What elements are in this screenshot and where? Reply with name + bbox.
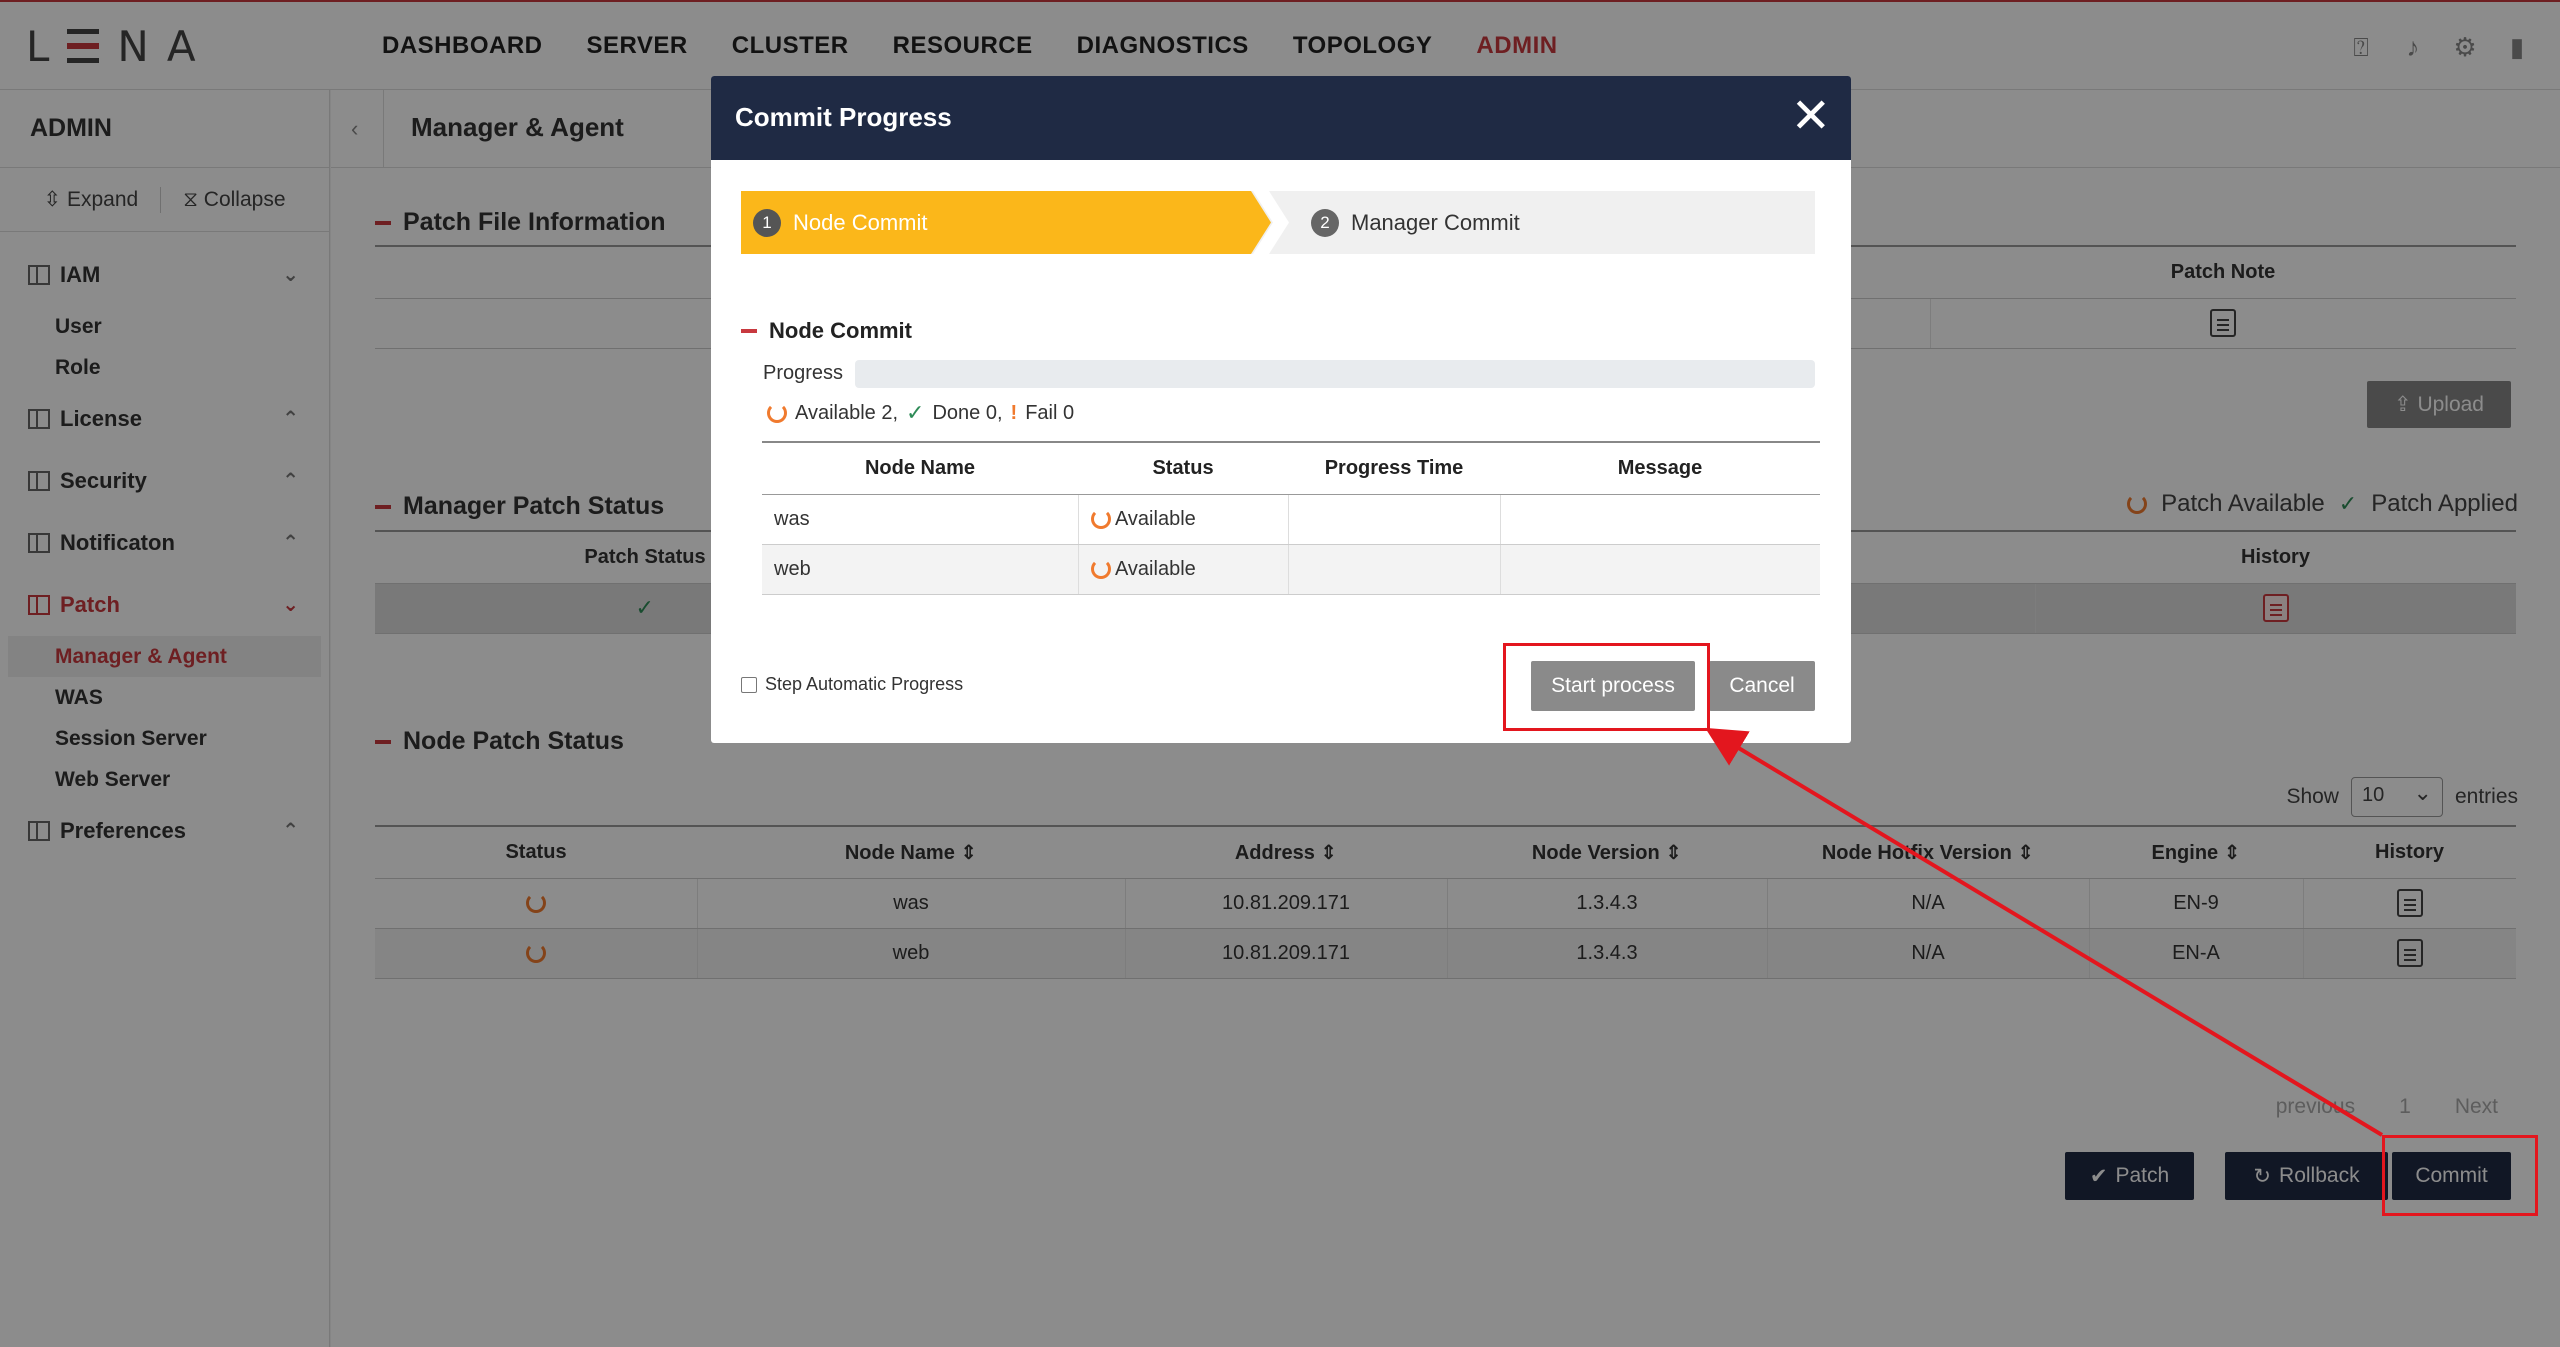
annotation-arrow — [1705, 727, 2384, 1137]
arrow-line — [1705, 727, 2384, 1137]
